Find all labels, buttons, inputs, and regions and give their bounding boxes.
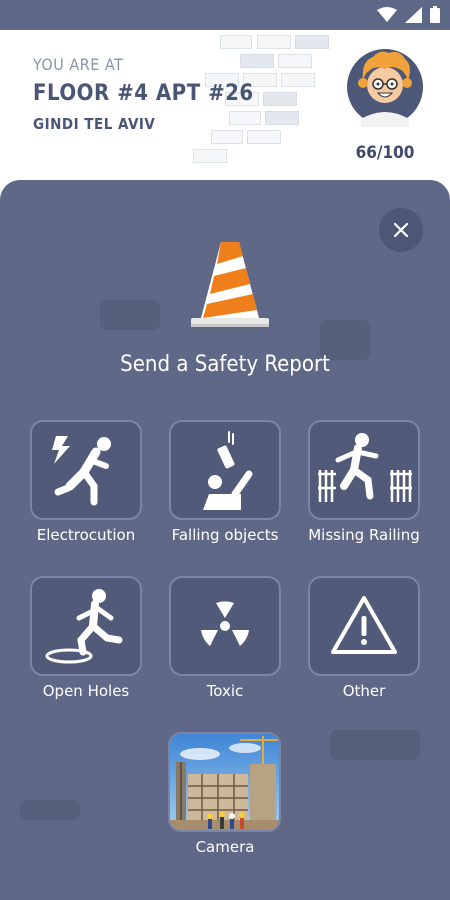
electrocution-icon	[52, 436, 111, 506]
signal-icon	[405, 6, 422, 23]
safety-report-sheet: Send a Safety Report Electrocution Falli…	[0, 180, 450, 900]
camera-label: Camera	[195, 838, 255, 856]
category-toxic[interactable]	[169, 576, 281, 676]
apartment-title: FLOOR #4 APT #26	[33, 81, 254, 106]
close-button[interactable]	[379, 208, 423, 252]
close-icon	[394, 223, 408, 237]
site-name: GINDI TEL AVIV	[33, 115, 156, 133]
missing-railing-icon	[318, 433, 412, 502]
category-label-other: Other	[342, 682, 386, 700]
category-falling-objects[interactable]	[169, 420, 281, 520]
status-icons	[377, 6, 440, 23]
category-label-missing-railing: Missing Railing	[308, 526, 420, 544]
safety-score: 66/100	[355, 143, 415, 163]
category-label-toxic: Toxic	[206, 682, 244, 700]
avatar[interactable]	[345, 47, 425, 127]
battery-icon	[430, 6, 440, 23]
sheet-title: Send a Safety Report	[120, 352, 330, 377]
construction-site-photo	[170, 734, 279, 830]
category-electrocution[interactable]	[30, 420, 142, 520]
category-open-holes[interactable]	[30, 576, 142, 676]
open-hole-icon	[45, 589, 123, 664]
traffic-cone-icon	[191, 242, 269, 327]
status-bar	[0, 0, 450, 30]
category-label-electrocution: Electrocution	[36, 526, 136, 544]
falling-objects-icon	[203, 431, 253, 510]
category-other[interactable]	[308, 576, 420, 676]
location-label: YOU ARE AT	[33, 55, 124, 74]
category-label-falling-objects: Falling objects	[171, 526, 279, 544]
location-header: YOU ARE AT FLOOR #4 APT #26 GINDI TEL AV…	[0, 30, 450, 190]
camera-button[interactable]	[168, 732, 281, 832]
category-missing-railing[interactable]	[308, 420, 420, 520]
warning-icon	[331, 596, 397, 654]
radiation-icon	[201, 601, 249, 646]
category-label-open-holes: Open Holes	[42, 682, 130, 700]
wifi-icon	[377, 6, 397, 22]
